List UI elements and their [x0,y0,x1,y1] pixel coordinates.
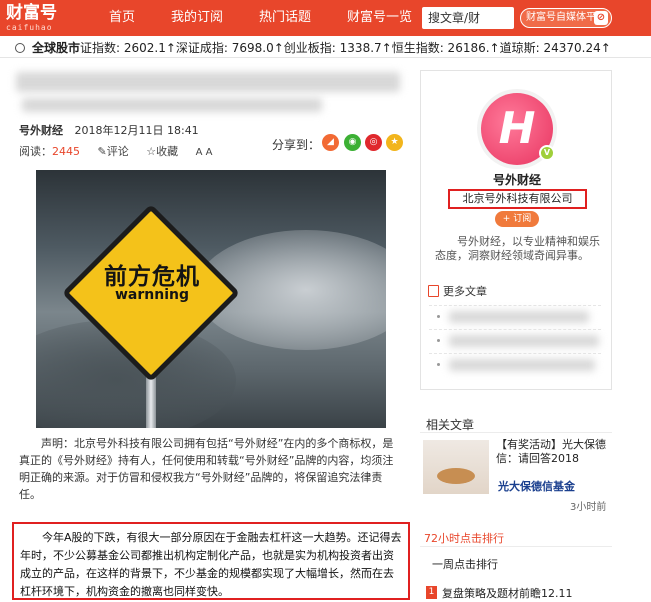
verified-icon: V [539,145,555,161]
article-meta: 号外财经 2018年12月11日 18:41 [19,122,199,138]
ticker-values[interactable]: 证指数: 2602.1↑深证成指: 7698.0↑创业板指: 1338.7↑恒生… [80,38,611,57]
nav-hot-topics[interactable]: 热门话题 [259,0,311,36]
document-icon [428,285,439,297]
tab-weekly-ranking[interactable]: 一周点击排行 [432,556,498,572]
article-source[interactable]: 号外财经 [19,124,63,137]
article-body-paragraph: 今年A股的下跌，有很大一部分原因在于金融去杠杆这一大趋势。还记得去年时，不少公募… [12,522,410,600]
reads-label: 阅读： [19,145,52,158]
nav-my-subscriptions[interactable]: 我的订阅 [171,0,223,36]
star-icon[interactable]: ☆ [146,145,156,158]
copyright-notice: 声明：北京号外科技有限公司拥有包括“号外财经”在内的多个商标权，是真正的《号外财… [19,437,394,501]
related-title: 相关文章 [426,418,475,432]
rank-item[interactable]: 复盘策略及题材前瞻12.11 [442,585,573,601]
logo-text: 财富号 [6,3,57,23]
subscribe-button[interactable]: + 订阅 [495,211,539,227]
share-wechat-icon[interactable]: ◉ [344,134,361,151]
comment-link[interactable]: 评论 [107,145,129,158]
thumbnail-shape [437,468,475,484]
author-name[interactable]: 号外财经 [421,171,613,188]
divider [420,546,612,547]
site-logo[interactable]: 财富号 caifuhao [6,3,74,33]
nav-home[interactable]: 首页 [109,0,135,36]
ticker-title: 全球股市 [32,41,81,55]
comment-icon[interactable]: ✎ [98,145,107,158]
more-articles-label: 更多文章 [443,285,487,298]
nav-caifuhao-list[interactable]: 财富号一览 [347,0,412,36]
related-thumbnail[interactable] [423,440,489,494]
more-article-item[interactable] [429,305,601,329]
market-ticker: 全球股市 证指数: 2602.1↑深证成指: 7698.0↑创业板指: 1338… [0,38,651,58]
rank-number: 1 [426,586,437,599]
font-size-toggle[interactable]: A A [196,147,213,158]
article-image: 前方危机 warnning [36,170,386,428]
company-name: 北京号外科技有限公司 [448,189,587,209]
sign-text-cn: 前方危机 [104,264,200,290]
share-tencent-icon[interactable]: ◢ [322,134,339,151]
related-item-title[interactable]: 【有奖活动】光大保德信：请回答2018 [496,438,612,466]
blurred-headline [16,72,400,92]
search-input[interactable]: 搜文章/财 [422,7,514,29]
favorite-link[interactable]: 收藏 [156,145,178,158]
sign-text-en: warnning [114,287,189,303]
top-nav-bar: 财富号 caifuhao 首页 我的订阅 热门话题 财富号一览 搜文章/财 财富… [0,0,651,36]
author-card: H V 号外财经 北京号外科技有限公司 + 订阅 号外财经，以专业精神和娱乐态度… [420,70,612,390]
share-qzone-icon[interactable]: ★ [386,134,403,151]
more-article-item[interactable] [429,329,601,353]
author-description: 号外财经，以专业精神和娱乐态度，洞察财经领域奇闻异事。 [435,235,600,262]
globe-icon [15,43,25,53]
share-weibo-icon[interactable]: ◎ [365,134,382,151]
media-platform-button[interactable]: 财富号自媒体平台 ⊘ [520,8,612,28]
article-stats: 阅读：2445 ✎评论 ☆收藏 A A [19,143,212,159]
more-article-item[interactable] [429,353,601,377]
article-date: 2018年12月11日 18:41 [74,124,199,137]
related-item-time: 3小时前 [570,502,607,513]
share-label: 分享到： [272,138,321,152]
platform-icon: ⊘ [594,11,608,25]
blurred-headline-line2 [22,98,322,112]
related-articles: 相关文章 【有奖活动】光大保德信：请回答2018 光大保德信基金 3小时前 [420,412,612,522]
reads-count: 2445 [52,145,80,158]
logo-subtext: caifuhao [6,23,53,32]
divider [420,432,612,433]
related-item-source[interactable]: 光大保德信基金 [498,478,575,494]
click-ranking: 72小时点击排行 一周点击排行 1 复盘策略及题材前瞻12.11 [420,526,612,602]
tab-72h-ranking[interactable]: 72小时点击排行 [424,530,504,546]
